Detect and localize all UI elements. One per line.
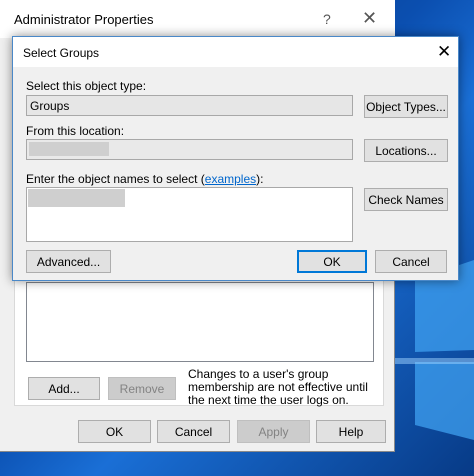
help-icon[interactable]: ? <box>323 11 331 27</box>
location-label: From this location: <box>26 124 125 138</box>
advanced-button[interactable]: Advanced... <box>26 250 111 273</box>
membership-note: Changes to a user's group membership are… <box>188 367 368 407</box>
object-names-input[interactable] <box>26 187 353 242</box>
add-button[interactable]: Add... <box>28 377 100 400</box>
location-field <box>26 139 353 160</box>
object-type-field: Groups <box>26 95 353 116</box>
title-bar: Administrator Properties ? ✕ <box>0 0 395 38</box>
remove-button[interactable]: Remove <box>108 377 176 400</box>
object-types-button[interactable]: Object Types... <box>364 95 448 118</box>
object-type-label: Select this object type: <box>26 79 147 93</box>
locations-button[interactable]: Locations... <box>364 139 448 162</box>
apply-button[interactable]: Apply <box>237 420 310 443</box>
select-groups-dialog: Select Groups ✕ Select this object type:… <box>12 36 459 281</box>
ok-button[interactable]: OK <box>297 250 367 273</box>
cancel-button[interactable]: Cancel <box>157 420 230 443</box>
redacted-location <box>29 142 109 156</box>
dialog-title: Administrator Properties <box>14 12 154 27</box>
cancel-button[interactable]: Cancel <box>375 250 447 273</box>
close-icon[interactable]: ✕ <box>437 42 451 62</box>
object-names-label: Enter the object names to select (exampl… <box>26 172 264 186</box>
check-names-button[interactable]: Check Names <box>364 188 448 211</box>
title-bar: Select Groups ✕ <box>13 37 458 67</box>
help-button[interactable]: Help <box>316 420 386 443</box>
redacted-entry <box>28 189 125 207</box>
ok-button[interactable]: OK <box>78 420 151 443</box>
examples-link[interactable]: examples <box>205 172 256 186</box>
member-of-list[interactable] <box>26 282 374 362</box>
dialog-title: Select Groups <box>23 46 100 60</box>
close-icon[interactable]: ✕ <box>362 8 377 29</box>
